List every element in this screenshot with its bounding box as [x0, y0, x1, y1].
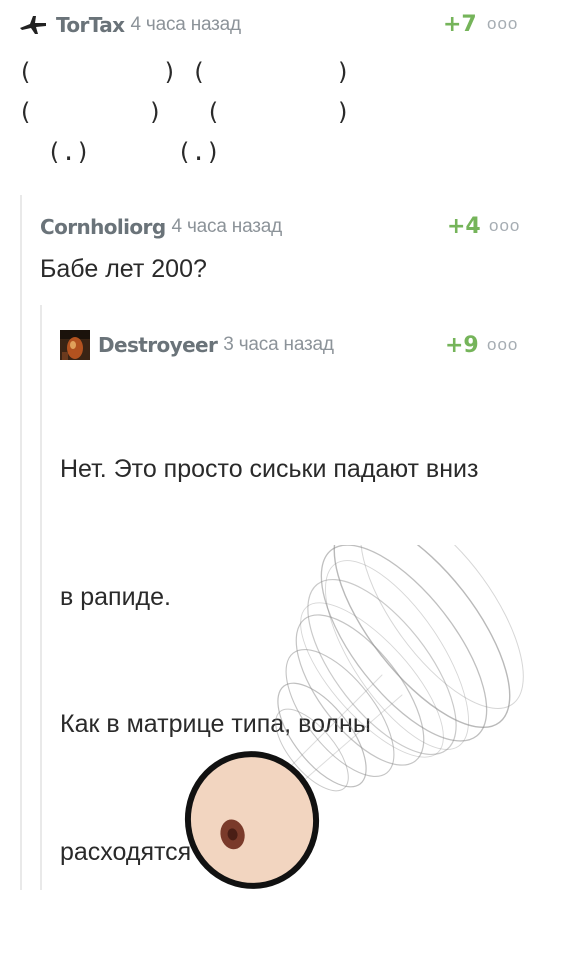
comment-destroyeer: Destroyeer 3 часа назад +9 ooo Нет. Это …	[40, 305, 569, 890]
comment-rating: +9	[445, 333, 479, 358]
comment-rating: +7	[443, 12, 477, 37]
comment-attached-image[interactable]	[142, 545, 562, 890]
more-options-icon[interactable]: ooo	[489, 216, 520, 236]
comment-body: ( ) ( ) ( ) ( ) (.) (.)	[18, 58, 351, 166]
comment-header: Destroyeer 3 часа назад	[60, 330, 334, 360]
more-options-icon[interactable]: ooo	[487, 335, 518, 355]
comment-rating: +4	[447, 214, 481, 239]
comment-author[interactable]: TorTax	[56, 13, 125, 37]
comment-time[interactable]: 4 часа назад	[172, 216, 283, 238]
comment-body: Бабе лет 200?	[40, 255, 207, 283]
comment-time[interactable]: 3 часа назад	[223, 334, 334, 356]
airplane-icon	[20, 16, 46, 34]
comment-author[interactable]: Cornholiorg	[40, 215, 166, 239]
comment-author[interactable]: Destroyeer	[98, 333, 218, 357]
user-photo-avatar	[60, 330, 90, 360]
comment-time[interactable]: 4 часа назад	[130, 14, 241, 36]
avatar[interactable]	[60, 330, 90, 360]
avatar[interactable]	[18, 10, 48, 40]
comment-body-line: Нет. Это просто сиськи падают вниз	[60, 455, 479, 483]
comment-header: Cornholiorg 4 часа назад	[40, 212, 282, 242]
more-options-icon[interactable]: ooo	[487, 14, 518, 34]
comment-header: TorTax 4 часа назад	[18, 10, 241, 40]
